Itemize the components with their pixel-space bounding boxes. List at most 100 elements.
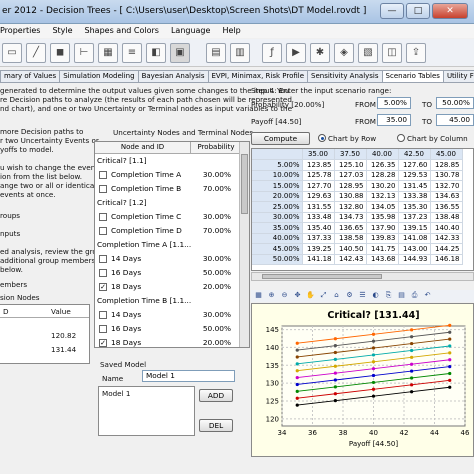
table-tool-icon[interactable]: ▥	[230, 43, 250, 63]
branch-tool-icon[interactable]: ⊢	[74, 43, 94, 63]
menu-language[interactable]: Language	[171, 24, 210, 38]
node-row[interactable]: Completion Time B 70.00%	[95, 182, 237, 196]
menu-properties[interactable]: Properties	[0, 24, 40, 38]
undo-icon[interactable]: ↶	[423, 291, 432, 300]
node-row[interactable]: ✓ 18 Days 20.00%	[95, 280, 237, 294]
close-button[interactable]: ✕	[432, 3, 468, 19]
fx-tool-icon[interactable]: ƒ	[262, 43, 282, 63]
report-tool-icon[interactable]: ▧	[358, 43, 378, 63]
pan-icon[interactable]: ✋	[306, 291, 315, 300]
copy-icon[interactable]: ⎘	[384, 291, 393, 300]
payoff-to-input[interactable]: 45.00	[436, 114, 474, 126]
print-icon[interactable]: ⎙	[410, 291, 419, 300]
legend-icon[interactable]: ☰	[358, 291, 367, 300]
saved-models-list[interactable]: Model 1	[98, 386, 195, 436]
menu-style[interactable]: Style	[52, 24, 72, 38]
run-tool-icon[interactable]: ▶	[286, 43, 306, 63]
node-checkbox[interactable]	[99, 311, 107, 319]
table-row[interactable]: 15.00% 127.70 128.95 130.20 131.45 132.70	[252, 180, 463, 192]
tab-utility-function[interactable]: Utility Function	[442, 70, 474, 82]
menu-help[interactable]: Help	[222, 24, 240, 38]
node-tool-icon[interactable]: ▭	[2, 43, 22, 63]
node-group-row[interactable]: Completion Time B [1.1...	[95, 294, 237, 308]
tab-evpi-minimax[interactable]: EVPI, Minimax, Risk Profile	[207, 70, 309, 82]
scrollbar-thumb[interactable]	[241, 154, 248, 214]
line-tool-icon[interactable]: ╱	[26, 43, 46, 63]
zoom-in-icon[interactable]: ⊕	[267, 291, 276, 300]
compute-button[interactable]: Compute	[251, 132, 310, 145]
simulate-tool-icon[interactable]: ✱	[310, 43, 330, 63]
node-row[interactable]: 14 Days 30.00%	[95, 308, 237, 322]
node-checkbox[interactable]	[99, 227, 107, 235]
zoom-out-icon[interactable]: ⊖	[280, 291, 289, 300]
table-row[interactable]: 5.00% 123.85 125.10 126.35 127.60 128.85	[252, 159, 463, 171]
node-checkbox[interactable]	[99, 255, 107, 263]
delete-model-button[interactable]: DEL	[199, 419, 233, 432]
shape-tool-icon[interactable]: ◼	[50, 43, 70, 63]
probability-from-input[interactable]: 5.00%	[377, 97, 411, 109]
node-checkbox[interactable]	[99, 185, 107, 193]
format-tool-icon[interactable]: ◧	[146, 43, 166, 63]
node-checkbox[interactable]	[99, 325, 107, 333]
table-row[interactable]: 30.00% 133.48 134.73 135.98 137.23 138.48	[252, 212, 463, 223]
node-row[interactable]: 16 Days 50.00%	[95, 266, 237, 280]
node-probability: 70.00%	[202, 226, 231, 235]
move-icon[interactable]: ✥	[293, 291, 302, 300]
chart-by-row-radio[interactable]	[318, 134, 326, 142]
node-row[interactable]: Completion Time C 30.00%	[95, 210, 237, 224]
table-row[interactable]: 35.00% 135.40 136.65 137.90 139.15 140.40	[252, 222, 463, 234]
data-point	[333, 337, 337, 341]
list-item[interactable]: Model 1	[102, 389, 130, 398]
payoff-from-input[interactable]: 35.00	[377, 114, 411, 126]
node-group-row[interactable]: Completion Time A [1.1...	[95, 238, 237, 252]
row-header: 50.00%	[252, 254, 303, 265]
node-group-row[interactable]: Critical? [1.2]	[95, 196, 237, 210]
node-group-row[interactable]: Critical? [1.1]	[95, 154, 237, 168]
table-row[interactable]: 45.00% 139.25 140.50 141.75 143.00 144.25	[252, 243, 463, 255]
tab-sensitivity-analysis[interactable]: Sensitivity Analysis	[307, 70, 383, 82]
node-row[interactable]: ✓ 18 Days 20.00%	[95, 336, 237, 347]
table-row[interactable]: 50.00% 141.18 142.43 143.68 144.93 146.18	[252, 254, 463, 265]
maximize-button[interactable]: □	[406, 3, 430, 19]
instruction-more-paths-3: yoffs to model.	[0, 145, 54, 154]
node-row[interactable]: 14 Days 30.00%	[95, 252, 237, 266]
chart-tool-icon[interactable]: ▤	[206, 43, 226, 63]
palette-icon[interactable]: ◐	[371, 291, 380, 300]
align-tool-icon[interactable]: ≡	[122, 43, 142, 63]
tab-simulation-modeling[interactable]: Simulation Modeling	[59, 70, 139, 82]
tab-summary-of-values[interactable]: mary of Values	[0, 70, 61, 82]
menu-shapes-colors[interactable]: Shapes and Colors	[85, 24, 159, 38]
probability-to-input[interactable]: 50.00%	[436, 97, 474, 109]
node-checkbox[interactable]	[99, 213, 107, 221]
node-checkbox[interactable]	[99, 269, 107, 277]
table-row[interactable]: 10.00% 125.78 127.03 128.28 129.53 130.78	[252, 170, 463, 181]
settings-icon[interactable]: ⚙	[345, 291, 354, 300]
node-checkbox[interactable]	[99, 171, 107, 179]
node-row[interactable]: Completion Time A 30.00%	[95, 168, 237, 182]
x-tick-label: 46	[461, 429, 470, 437]
fit-icon[interactable]: ⤢	[319, 291, 328, 300]
export-tool-icon[interactable]: ⇪	[406, 43, 426, 63]
horizontal-scrollbar[interactable]	[251, 272, 474, 281]
table-row[interactable]: 25.00% 131.55 132.80 134.05 135.30 136.55	[252, 201, 463, 213]
minimize-button[interactable]: —	[380, 3, 404, 19]
chart-by-column-radio[interactable]	[397, 134, 405, 142]
vertical-scrollbar[interactable]	[239, 142, 249, 347]
tab-bayesian-analysis[interactable]: Bayesian Analysis	[137, 70, 209, 82]
node-row[interactable]: 16 Days 50.00%	[95, 322, 237, 336]
table-row[interactable]: 20.00% 129.63 130.88 132.13 133.38 134.63	[252, 191, 463, 202]
node-checkbox[interactable]: ✓	[99, 339, 107, 347]
table-row[interactable]: 40.00% 137.33 138.58 139.83 141.08 142.33	[252, 233, 463, 244]
home-icon[interactable]: ⌂	[332, 291, 341, 300]
node-row[interactable]: Completion Time D 70.00%	[95, 224, 237, 238]
grid-icon[interactable]: ▦	[254, 291, 263, 300]
frame-tool-icon[interactable]: ▣	[170, 43, 190, 63]
scrollbar-thumb[interactable]	[262, 274, 382, 279]
model-name-input[interactable]: Model 1	[142, 370, 235, 382]
risk-tool-icon[interactable]: ◈	[334, 43, 354, 63]
grid-tool-icon[interactable]: ▦	[98, 43, 118, 63]
add-model-button[interactable]: ADD	[199, 389, 233, 402]
node-checkbox[interactable]: ✓	[99, 283, 107, 291]
cube-tool-icon[interactable]: ◫	[382, 43, 402, 63]
save-icon[interactable]: ▤	[397, 291, 406, 300]
